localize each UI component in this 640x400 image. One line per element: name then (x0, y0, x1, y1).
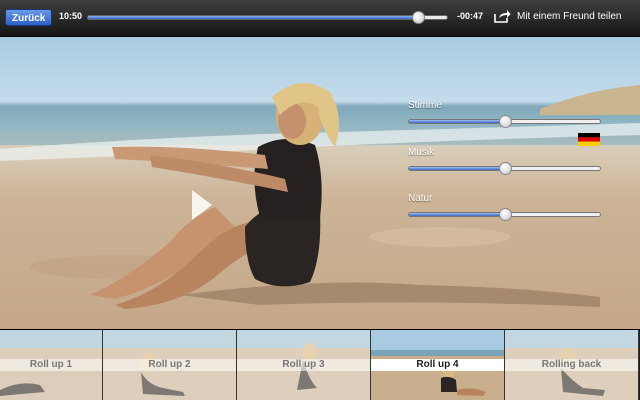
music-slider-fill (409, 167, 505, 170)
back-button[interactable]: Zurück (5, 9, 53, 26)
nature-slider-knob[interactable] (498, 208, 512, 221)
voice-slider-knob[interactable] (498, 115, 512, 128)
nature-slider-label: Natur (408, 193, 433, 204)
beach-video-frame (0, 83, 640, 309)
music-slider[interactable] (408, 162, 601, 175)
playback-scrubber[interactable] (87, 11, 448, 24)
chapter-label: Roll up 1 (0, 359, 102, 371)
chapter-label: Roll up 3 (237, 359, 370, 371)
voice-slider-fill (409, 120, 505, 123)
scrubber-knob[interactable] (412, 11, 426, 24)
elapsed-time: 10:50 (59, 11, 83, 21)
chapter-thumb-roll-up-1[interactable]: Roll up 1 (0, 330, 103, 400)
scrubber-progress (88, 16, 419, 19)
chapter-thumb-roll-up-4[interactable]: Roll up 4 (371, 330, 505, 400)
share-with-friend-label[interactable]: Mit einem Freund teilen (517, 11, 622, 22)
chapter-label: Roll up 2 (103, 359, 236, 371)
music-slider-label: Musik (408, 147, 435, 158)
play-icon[interactable] (191, 189, 213, 221)
chapter-strip: Roll up 1 Roll up 2 Roll up 3 Roll up 4 (0, 330, 640, 400)
video-player[interactable]: Stimme Musik Natur (0, 37, 640, 329)
chapter-thumb-roll-up-2[interactable]: Roll up 2 (103, 330, 237, 400)
voice-slider[interactable] (408, 115, 601, 128)
remaining-time: -00:47 (457, 11, 484, 21)
german-flag-icon[interactable] (578, 133, 600, 146)
chapter-thumb-rolling-back[interactable]: Rolling back (505, 330, 639, 400)
nature-slider-fill (409, 213, 505, 216)
chapter-label: Rolling back (505, 359, 638, 371)
voice-slider-label: Stimme (408, 100, 442, 111)
chapter-label: Roll up 4 (371, 359, 504, 371)
music-slider-knob[interactable] (498, 162, 512, 175)
nature-slider[interactable] (408, 208, 601, 221)
chapter-thumb-roll-up-3[interactable]: Roll up 3 (237, 330, 371, 400)
share-arrow-icon[interactable] (493, 9, 511, 23)
top-toolbar: Zurück 10:50 -00:47 Mit einem Freund tei… (0, 0, 640, 37)
